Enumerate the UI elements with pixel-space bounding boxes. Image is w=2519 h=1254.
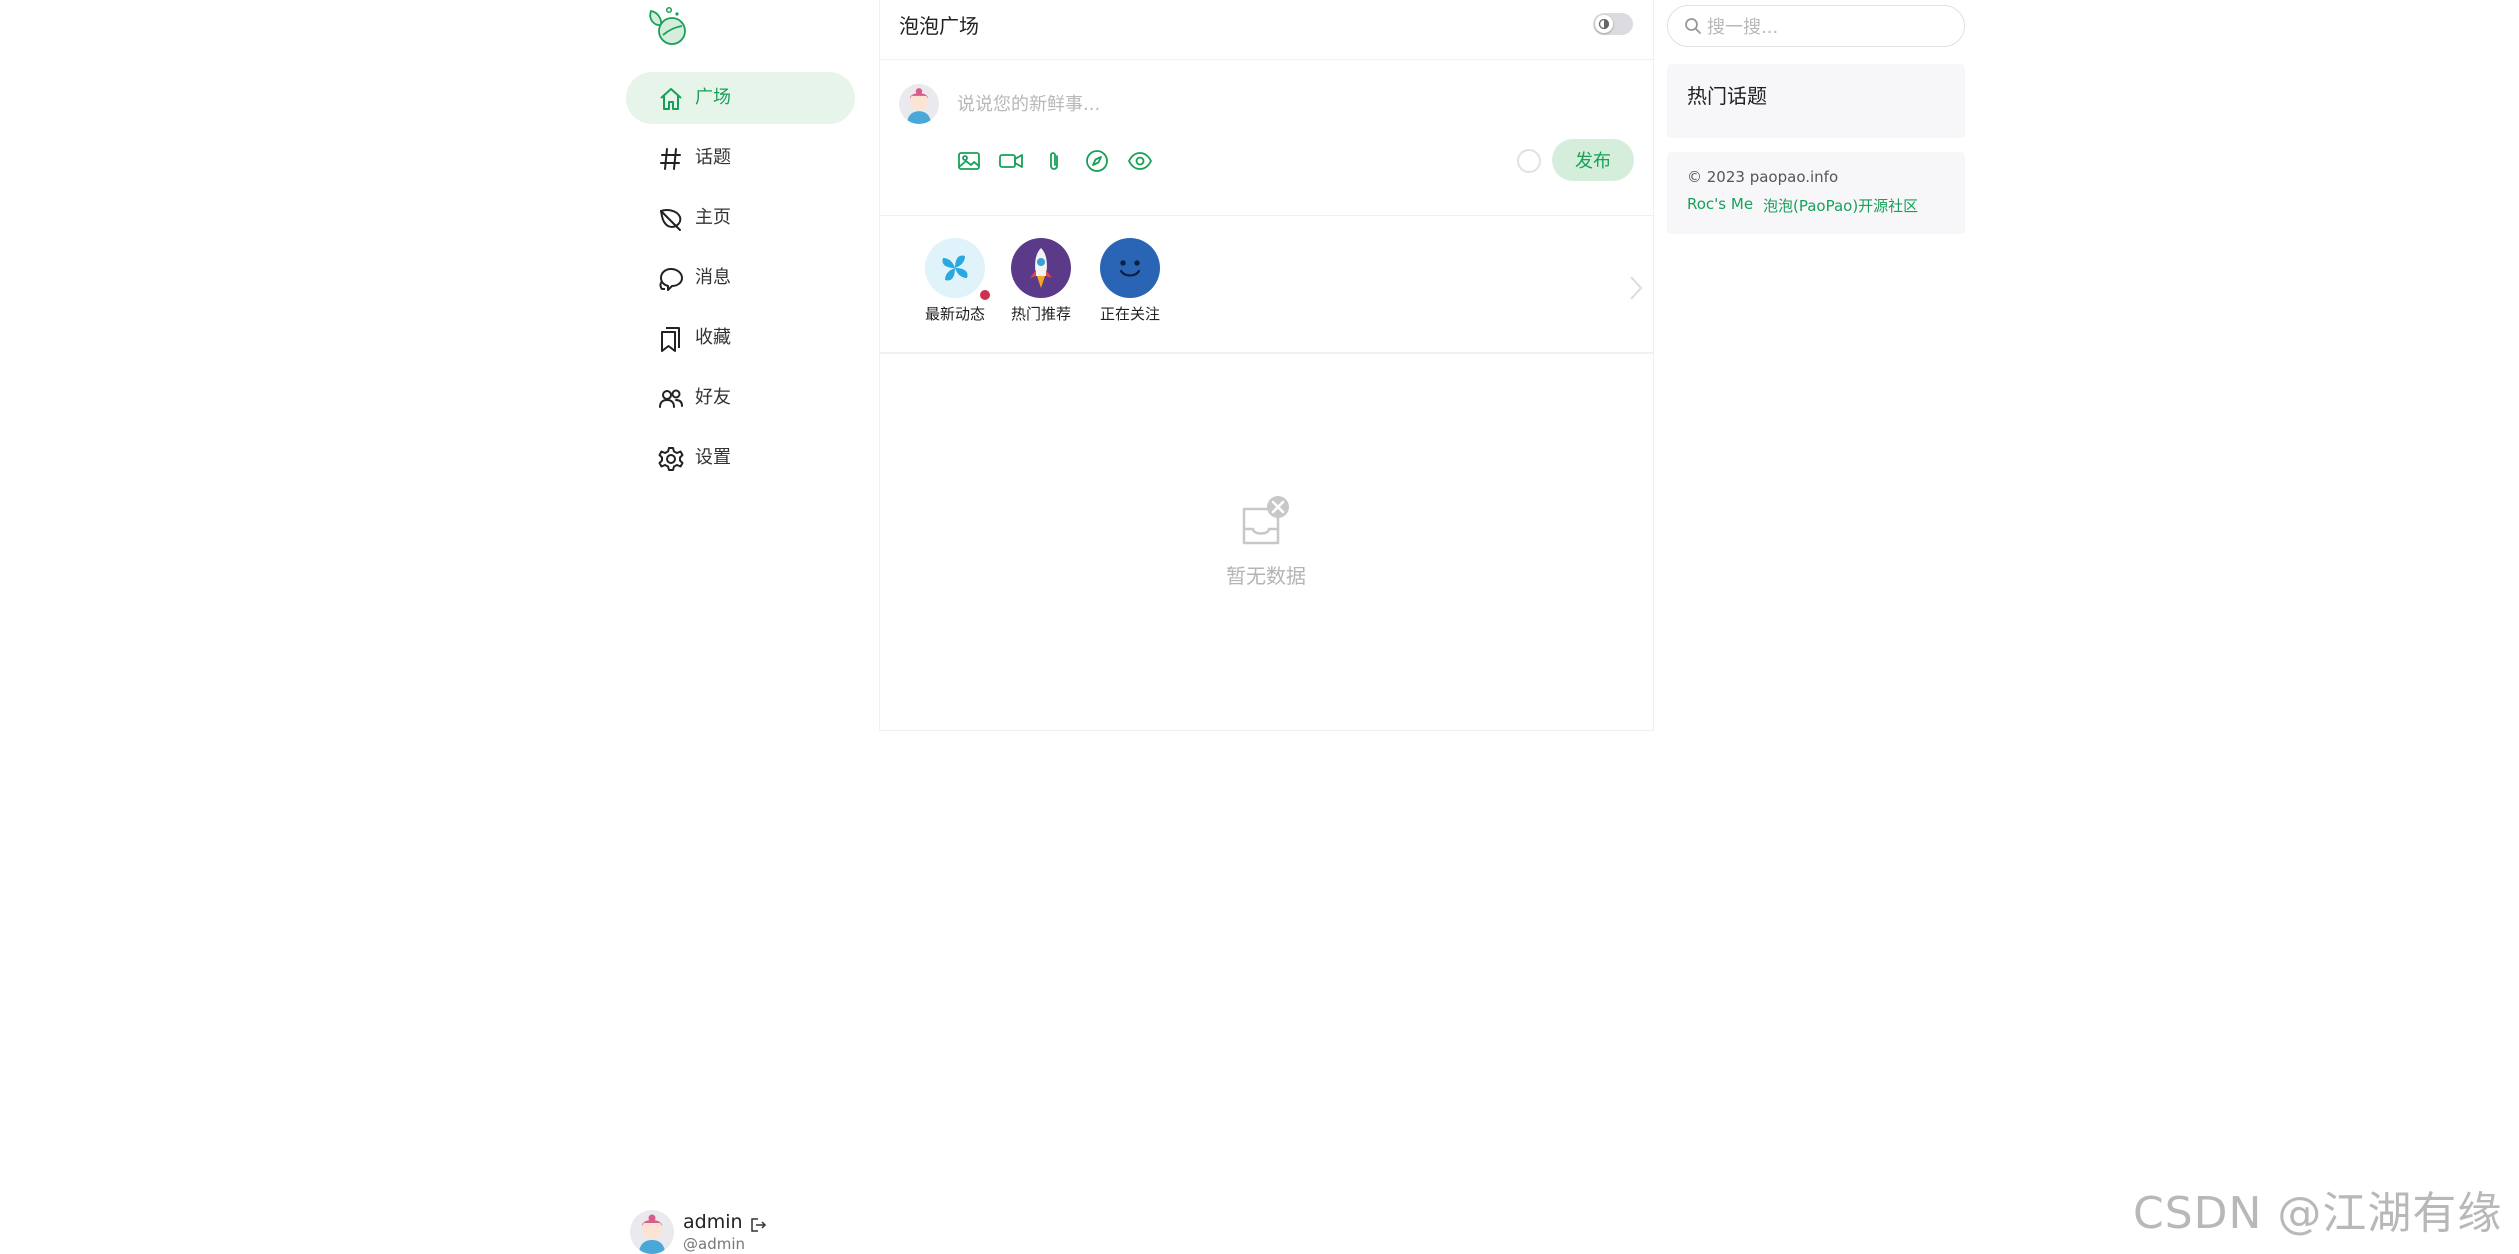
tab-following[interactable] (1100, 238, 1160, 298)
search-input[interactable] (1705, 10, 1949, 44)
composer-input[interactable] (955, 86, 1639, 122)
composer-avatar (899, 84, 939, 124)
empty-text: 暂无数据 (1226, 564, 1306, 588)
chevron-right-icon[interactable] (1625, 273, 1647, 303)
hot-topics-title: 热门话题 (1687, 84, 1767, 108)
footer-link[interactable]: 泡泡(PaoPao)开源社区 (1763, 195, 1918, 216)
sidebar-item-label: 设置 (695, 447, 731, 468)
leaf-icon (657, 205, 685, 233)
user-handle: @admin (683, 1235, 745, 1253)
sidebar-item-square[interactable]: 广场 (626, 72, 855, 124)
hash-icon (657, 145, 685, 173)
theme-toggle-knob (1595, 15, 1613, 33)
chat-bubbles-icon (657, 265, 685, 293)
avatar[interactable] (630, 1210, 674, 1254)
publish-button[interactable]: 发布 (1552, 139, 1634, 181)
eye-icon[interactable] (1127, 148, 1153, 174)
sidebar-item-label: 广场 (695, 87, 731, 108)
logout-icon[interactable] (749, 1216, 767, 1234)
rocket-icon (1011, 238, 1071, 298)
paopao-logo[interactable] (645, 5, 690, 50)
image-icon[interactable] (956, 148, 982, 174)
copyright: © 2023 paopao.info (1687, 168, 1839, 186)
tab-label: 最新动态 (924, 305, 985, 323)
search-icon (1683, 16, 1703, 36)
footer-link[interactable]: Roc's Me (1687, 195, 1753, 213)
compass-icon[interactable] (1084, 148, 1110, 174)
tab-latest[interactable] (925, 238, 985, 298)
footer-card (1667, 152, 1965, 234)
people-icon (657, 385, 685, 413)
sidebar-item-home[interactable]: 主页 (626, 192, 855, 244)
sidebar-item-friends[interactable]: 好友 (626, 372, 855, 424)
bookmark-icon (657, 325, 685, 353)
sidebar-item-favorites[interactable]: 收藏 (626, 312, 855, 364)
theme-toggle[interactable] (1593, 13, 1633, 35)
sidebar-item-label: 主页 (695, 207, 731, 228)
tab-label: 热门推荐 (1010, 305, 1071, 323)
watermark: CSDN @江湖有缘 (2133, 1188, 2503, 1239)
sidebar-item-label: 消息 (695, 267, 731, 288)
new-badge (980, 290, 990, 300)
page-title: 泡泡广场 (899, 14, 979, 38)
sidebar-item-messages[interactable]: 消息 (626, 252, 855, 304)
smile-icon (1100, 238, 1160, 298)
user-name: admin (683, 1211, 743, 1233)
sidebar-item-settings[interactable]: 设置 (626, 432, 855, 484)
tab-hot[interactable] (1011, 238, 1071, 298)
tab-label: 正在关注 (1099, 305, 1160, 323)
gear-icon (657, 445, 685, 473)
divider (879, 59, 1654, 60)
video-icon[interactable] (998, 148, 1024, 174)
sidebar-item-label: 话题 (695, 147, 731, 168)
sidebar-item-label: 好友 (695, 387, 731, 408)
empty-inbox-icon (1238, 493, 1294, 549)
sidebar-item-label: 收藏 (695, 327, 731, 348)
sidebar-item-topics[interactable]: 话题 (626, 132, 855, 184)
word-count-progress (1516, 148, 1542, 174)
attachment-icon[interactable] (1041, 148, 1067, 174)
home-icon (657, 85, 685, 113)
divider (879, 215, 1654, 216)
divider (879, 352, 1654, 354)
pinwheel-icon (925, 238, 985, 298)
